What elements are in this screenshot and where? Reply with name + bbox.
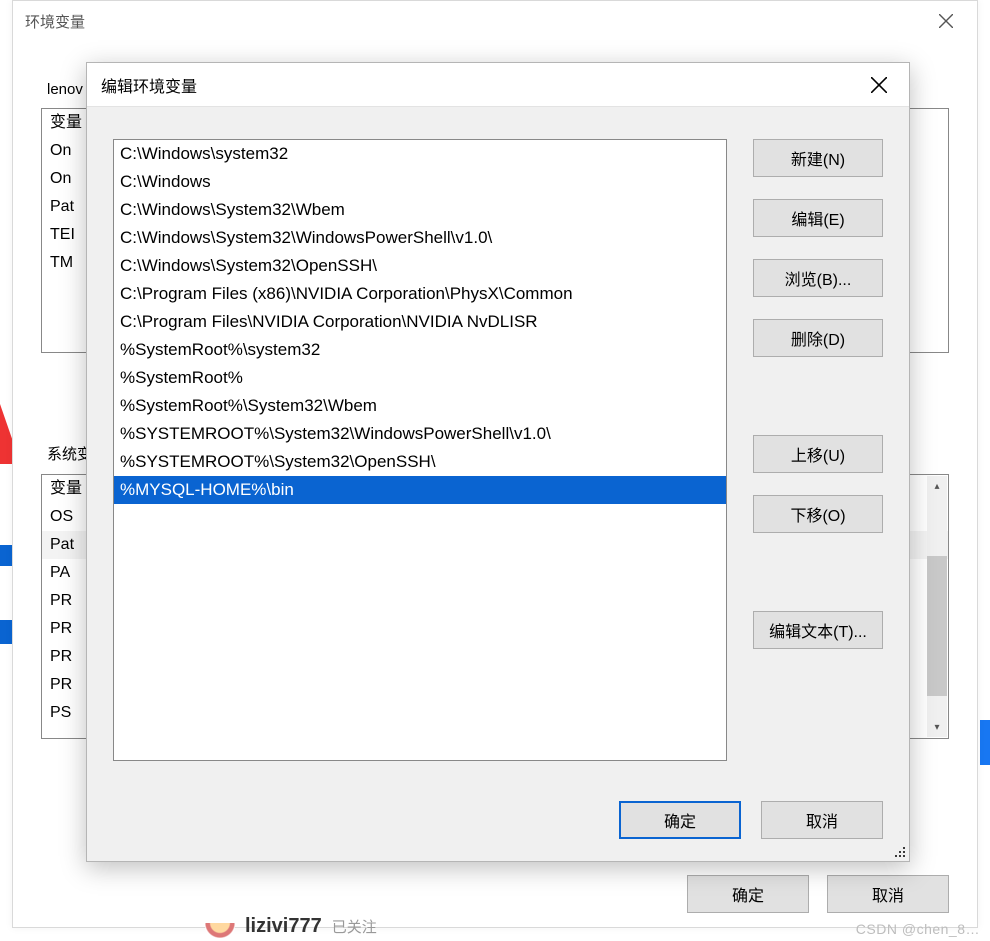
dialog-title: 编辑环境变量	[101, 73, 197, 97]
close-icon[interactable]	[855, 63, 903, 107]
path-item[interactable]: %SYSTEMROOT%\System32\WindowsPowerShell\…	[114, 420, 726, 448]
path-item[interactable]: %SystemRoot%\System32\Wbem	[114, 392, 726, 420]
path-item[interactable]: %SystemRoot%	[114, 364, 726, 392]
username-fragment: lizivi777	[245, 915, 322, 938]
path-item[interactable]: C:\Windows\System32\OpenSSH\	[114, 252, 726, 280]
move-down-button[interactable]: 下移(O)	[753, 495, 883, 533]
move-up-button[interactable]: 上移(U)	[753, 435, 883, 473]
path-item[interactable]: C:\Program Files\NVIDIA Corporation\NVID…	[114, 308, 726, 336]
window-title: 环境变量	[25, 11, 85, 32]
edit-button[interactable]: 编辑(E)	[753, 199, 883, 237]
titlebar: 环境变量	[13, 1, 977, 41]
browse-button[interactable]: 浏览(B)...	[753, 259, 883, 297]
avatar	[205, 911, 235, 941]
path-item[interactable]: C:\Windows	[114, 168, 726, 196]
ok-button[interactable]: 确定	[619, 801, 741, 839]
path-item[interactable]: C:\Windows\System32\Wbem	[114, 196, 726, 224]
background-decoration	[980, 720, 990, 765]
path-item[interactable]: C:\Program Files (x86)\NVIDIA Corporatio…	[114, 280, 726, 308]
path-item[interactable]: C:\Windows\System32\WindowsPowerShell\v1…	[114, 224, 726, 252]
path-item[interactable]: %MYSQL-HOME%\bin	[114, 476, 726, 504]
path-item[interactable]: %SYSTEMROOT%\System32\OpenSSH\	[114, 448, 726, 476]
path-item[interactable]: %SystemRoot%\system32	[114, 336, 726, 364]
cancel-button[interactable]: 取消	[827, 875, 949, 913]
edit-text-button[interactable]: 编辑文本(T)...	[753, 611, 883, 649]
cancel-button[interactable]: 取消	[761, 801, 883, 839]
scrollbar[interactable]: ▴ ▾	[927, 476, 947, 737]
edit-env-var-dialog: 编辑环境变量 C:\Windows\system32C:\WindowsC:\W…	[86, 62, 910, 862]
titlebar: 编辑环境变量	[87, 63, 909, 107]
close-icon[interactable]	[923, 1, 969, 41]
scroll-down-icon[interactable]: ▾	[927, 717, 947, 737]
new-button[interactable]: 新建(N)	[753, 139, 883, 177]
scroll-up-icon[interactable]: ▴	[927, 476, 947, 496]
path-item[interactable]: C:\Windows\system32	[114, 140, 726, 168]
background-user-fragment: lizivi777 已关注	[205, 911, 377, 941]
ok-button[interactable]: 确定	[687, 875, 809, 913]
scroll-thumb[interactable]	[927, 556, 947, 696]
follow-fragment: 已关注	[332, 916, 377, 937]
path-list[interactable]: C:\Windows\system32C:\WindowsC:\Windows\…	[113, 139, 727, 761]
resize-grip-icon[interactable]	[891, 843, 907, 859]
watermark: CSDN @chen_8…	[856, 921, 980, 937]
delete-button[interactable]: 删除(D)	[753, 319, 883, 357]
